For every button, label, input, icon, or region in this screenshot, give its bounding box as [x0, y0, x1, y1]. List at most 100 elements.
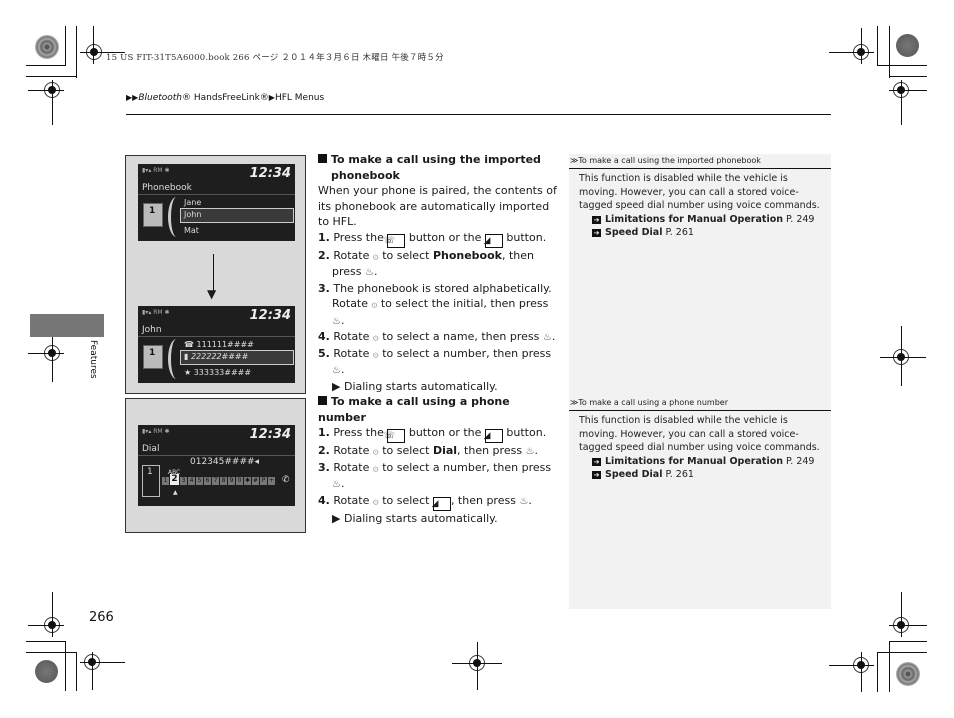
breadcrumb: ▶▶Bluetooth® HandsFreeLink®▶HFL Menus: [126, 93, 324, 103]
clock: 12:34: [249, 166, 291, 181]
section-marker-icon: [318, 154, 327, 163]
work-phone-icon: ★: [184, 368, 192, 377]
pickup-button-icon: ◢: [483, 429, 503, 443]
dial-key[interactable]: 3: [180, 477, 187, 485]
dial-keypad: 1 2 3 4 5 6 7 8 9 0 ✱ # P +: [162, 474, 275, 485]
screen-title: John: [142, 325, 162, 335]
ref-arrow-icon: ➔: [592, 215, 601, 224]
breadcrumb-arrow-icon: ▶▶: [126, 93, 139, 102]
signal-status-icon: ▮▾▴ RM ✱: [142, 167, 170, 174]
dial-key[interactable]: 4: [188, 477, 195, 485]
home-phone-icon: ☎: [184, 340, 194, 349]
screen-title: Dial: [142, 444, 160, 454]
cross-reference[interactable]: ➔ Speed Dial P. 261: [579, 468, 829, 482]
breadcrumb-hfl-menus[interactable]: HFL Menus: [275, 93, 324, 103]
breadcrumb-bluetooth[interactable]: Bluetooth: [138, 93, 182, 103]
registration-dot-icon: [35, 660, 58, 683]
header-rule: [126, 114, 831, 115]
intro-text: When your phone is paired, the contents …: [318, 184, 557, 228]
press-knob-icon: ♨: [332, 479, 341, 490]
side-note-heading: ≫To make a call using the imported phone…: [570, 156, 761, 165]
print-header: 15 US FIT-31T5A6000.book 266 ページ ２０１４年３月…: [106, 53, 444, 63]
phone-button-icon: ☏: [384, 429, 406, 443]
phonebook-icon: 1: [143, 203, 163, 227]
mobile-phone-icon: ▮: [184, 352, 189, 361]
side-note-2: This function is disabled while the vehi…: [579, 414, 829, 482]
breadcrumb-handsfreelink[interactable]: ® HandsFreeLink®: [182, 93, 269, 103]
list-item-selected[interactable]: ▮ 222222####: [184, 352, 248, 361]
down-arrow-icon: ▼: [207, 287, 217, 301]
dial-screen: ▮▾▴ RM ✱ 12:34 Dial 012345####◂ 1 ABC 12…: [138, 425, 295, 506]
signal-status-icon: ▮▾▴ RM ✱: [142, 428, 170, 435]
phonebook-icon: 1: [143, 345, 163, 369]
note-arrow-icon: ▶: [332, 511, 341, 525]
ref-arrow-icon: ➔: [592, 229, 601, 237]
dial-key[interactable]: 2: [170, 474, 179, 485]
cross-reference[interactable]: ➔ Limitations for Manual Operation P. 249: [579, 455, 829, 469]
dial-key[interactable]: 0: [236, 477, 243, 485]
section-marker-icon: [318, 396, 327, 405]
pickup-button-icon: ◢: [431, 496, 451, 511]
section-phone-number: To make a call using a phone number 1. P…: [318, 394, 558, 526]
dial-key[interactable]: 7: [212, 477, 219, 485]
mobile-phone-icon: 1: [142, 465, 160, 497]
side-note-1: This function is disabled while the vehi…: [579, 172, 829, 240]
registration-dot-icon: [896, 34, 919, 57]
section-heading: To make a call using a phone number: [318, 395, 510, 424]
side-note-heading: ≫To make a call using a phone number: [570, 398, 728, 407]
result-note: ▶ Dialing starts automatically.: [332, 379, 498, 393]
step-4: 4. Rotate ۞ to select ◢, then press ♨.: [318, 493, 532, 511]
dial-key[interactable]: 5: [196, 477, 203, 485]
clock: 12:34: [249, 308, 291, 323]
note-arrow-icon: ▶: [332, 379, 341, 393]
pickup-icon[interactable]: ✆: [282, 475, 290, 485]
step-1: 1. Press the ☏ button or the ◢ button.: [318, 230, 547, 248]
contact-screen: ▮▾▴ RM ✱ 12:34 John 1 ☎ 111111#### ▮ 222…: [138, 306, 295, 383]
step-3: 3. The phonebook is stored alphabeticall…: [318, 281, 552, 327]
step-4: 4. Rotate ۞ to select a name, then press…: [318, 330, 556, 343]
registration-rosette-icon: [896, 662, 920, 686]
step-2: 2. Rotate ۞ to select Dial, then press ♨…: [318, 444, 539, 457]
dial-key[interactable]: +: [268, 477, 275, 485]
dial-key[interactable]: 1: [162, 477, 169, 485]
clock: 12:34: [249, 427, 291, 442]
step-1: 1. Press the ☏ button or the ◢ button.: [318, 426, 547, 443]
step-3: 3. Rotate ۞ to select a number, then pre…: [318, 460, 552, 491]
section-tab: [30, 314, 104, 337]
step-5: 5. Rotate ۞ to select a number, then pre…: [318, 346, 552, 377]
step-2: 2. Rotate ۞ to select Phonebook, then pr…: [318, 248, 535, 279]
list-item[interactable]: Jane: [184, 198, 201, 207]
press-knob-icon: ♨: [542, 332, 552, 343]
result-note: ▶ Dialing starts automatically.: [332, 511, 498, 525]
cross-reference[interactable]: ➔ Limitations for Manual Operation P. 249: [579, 213, 829, 227]
list-item-selected[interactable]: John: [184, 210, 201, 219]
dial-key[interactable]: 9: [228, 477, 235, 485]
press-knob-icon: ♨: [365, 267, 374, 278]
press-knob-icon: ♨: [525, 446, 535, 457]
phonebook-screen: ▮▾▴ RM ✱ 12:34 Phonebook 1 Jane John Mat: [138, 164, 295, 241]
phone-button-icon: ☏: [384, 233, 406, 248]
selection-pointer-icon: ▲: [173, 489, 178, 496]
section-imported-phonebook: To make a call using the imported phonebo…: [318, 152, 558, 394]
dial-key[interactable]: 8: [220, 477, 227, 485]
list-item[interactable]: Mat: [184, 226, 199, 235]
section-tab-label: Features: [88, 340, 98, 379]
registration-rosette-icon: [35, 35, 59, 59]
dial-key[interactable]: 6: [204, 477, 211, 485]
dialed-number: 012345####◂: [190, 457, 260, 467]
dial-key[interactable]: #: [252, 477, 259, 485]
press-knob-icon: ♨: [332, 315, 341, 327]
dial-key[interactable]: ✱: [244, 477, 251, 485]
cross-reference[interactable]: ➔ Speed Dial P. 261: [579, 226, 829, 240]
list-item[interactable]: ☎ 111111####: [184, 340, 254, 349]
section-heading: To make a call using the imported phonebo…: [318, 152, 558, 183]
page-number: 266: [89, 610, 114, 625]
press-knob-icon: ♨: [332, 365, 341, 376]
ref-arrow-icon: ➔: [592, 471, 601, 479]
dial-key[interactable]: P: [260, 477, 267, 485]
screen-title: Phonebook: [142, 183, 192, 193]
signal-status-icon: ▮▾▴ RM ✱: [142, 309, 170, 316]
pickup-button-icon: ◢: [483, 233, 503, 248]
ref-arrow-icon: ➔: [592, 457, 601, 466]
list-item[interactable]: ★ 333333####: [184, 368, 251, 377]
